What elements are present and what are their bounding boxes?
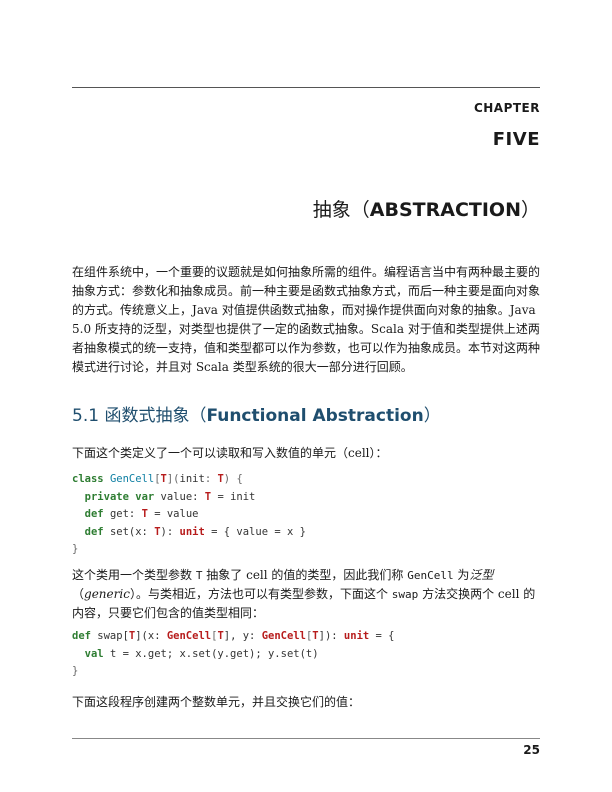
term-generic: generic bbox=[84, 587, 130, 601]
code-line: def swap[T](x: GenCell[T], y: GenCell[T]… bbox=[72, 630, 395, 642]
page-number: 25 bbox=[523, 743, 540, 757]
code-block-swap: def swap[T](x: GenCell[T], y: GenCell[T]… bbox=[72, 628, 540, 681]
code-line: } bbox=[72, 543, 79, 555]
term-cell: cell bbox=[497, 587, 520, 601]
generic-paragraph: 这个类用一个类型参数 T 抽象了 cell 的值的类型，因此我们称 GenCel… bbox=[72, 568, 536, 620]
chapter-title-close: ） bbox=[520, 199, 540, 221]
cell-paragraph: 下面这个类定义了一个可以读取和写入数值的单元（cell）： bbox=[72, 444, 542, 463]
code-line: } bbox=[72, 665, 79, 677]
intro-text: 所支持的泛型，对类型也提供了一定的函数式抽象。 bbox=[91, 322, 371, 336]
section-title-en: Functional Abstraction bbox=[206, 406, 424, 426]
para-text: 下面这个类定义了一个可以读取和写入数值的单元（ bbox=[72, 446, 349, 460]
footer-rule bbox=[72, 738, 540, 739]
term-cell: cell bbox=[246, 568, 268, 582]
code-line: class GenCell[T](init: T) { bbox=[72, 473, 243, 485]
para-text: ）： bbox=[369, 446, 388, 460]
swap-example-paragraph: 下面这段程序创建两个整数单元，并且交换它们的值： bbox=[72, 695, 361, 709]
header-rule bbox=[72, 87, 540, 88]
code-inline-gencell: GenCell bbox=[407, 569, 454, 582]
code-inline-swap: swap bbox=[391, 588, 419, 601]
intro-scala: Scala bbox=[195, 360, 229, 374]
term-cell: cell bbox=[348, 446, 370, 460]
code-block-gencell: class GenCell[T](init: T) { private var … bbox=[72, 471, 540, 559]
chapter-label: CHAPTER bbox=[473, 101, 540, 115]
section-title-close: ） bbox=[423, 406, 441, 426]
section-heading: 5.1 函数式抽象（Functional Abstraction） bbox=[72, 401, 441, 426]
chapter-title-en: ABSTRACTION bbox=[369, 199, 521, 221]
code-line: private var value: T = init bbox=[84, 490, 256, 503]
code-line: def get: T = value bbox=[84, 508, 199, 520]
chapter-number: FIVE bbox=[492, 129, 540, 150]
intro-java: Java bbox=[192, 303, 218, 317]
intro-scala: Scala bbox=[370, 322, 405, 336]
chapter-title: 抽象（ABSTRACTION） bbox=[313, 195, 540, 222]
code-line: val t = x.get; x.set(y.get); y.set(t) bbox=[84, 647, 319, 660]
intro-paragraph: 在组件系统中，一个重要的议题就是如何抽象所需的组件。编程语言当中有两种最主要的抽… bbox=[72, 263, 542, 377]
term-fanxing: 泛型 bbox=[469, 568, 494, 582]
intro-text: 对值提供函数式抽象，而对操作提供面向对象的抽象。 bbox=[217, 303, 510, 317]
code-line: def set(x: T): unit = { value = x } bbox=[84, 525, 306, 538]
intro-text: 类型系统的很大一部分进行回顾。 bbox=[228, 360, 413, 374]
section-number: 5.1 bbox=[72, 406, 100, 426]
chapter-title-zh: 抽象（ bbox=[312, 199, 370, 221]
section-title-zh: 函数式抽象（ bbox=[104, 406, 207, 426]
